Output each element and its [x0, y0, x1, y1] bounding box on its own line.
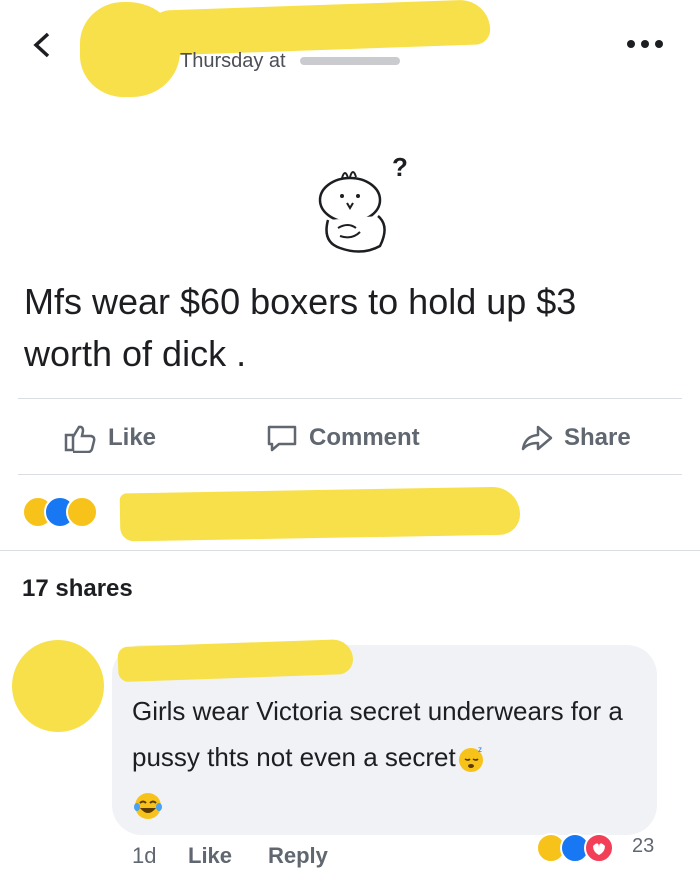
like-button[interactable]: Like [64, 420, 156, 456]
post-timestamp: Thursday at [180, 50, 286, 72]
shares-count[interactable]: 17 shares [22, 575, 133, 603]
share-arrow-icon [521, 425, 553, 451]
comment-reactions[interactable] [535, 830, 630, 866]
divider-actions [18, 474, 682, 475]
comment-label: Comment [309, 424, 420, 451]
comment-text: Girls wear Victoria secret underwears fo… [132, 696, 623, 772]
comment-time: 1d [132, 843, 157, 868]
divider-shares [0, 550, 700, 551]
bunny-sticker: ? [318, 152, 408, 253]
name-redaction [149, 0, 491, 56]
chevron-left-icon[interactable] [30, 30, 54, 60]
svg-text:?: ? [392, 152, 408, 182]
svg-text:z: z [478, 745, 482, 754]
more-dots-icon[interactable] [625, 38, 665, 50]
comment-text-block: Girls wear Victoria secret underwears fo… [132, 688, 642, 780]
comment-like-button[interactable]: Like [188, 843, 232, 869]
like-label: Like [108, 424, 157, 451]
divider-top [18, 398, 682, 399]
share-label: Share [564, 424, 631, 451]
comment-bubble-icon [267, 425, 297, 452]
time-blur [300, 57, 400, 65]
thumbs-up-icon [64, 425, 96, 453]
sleepy-face-icon: z [458, 745, 483, 773]
share-button[interactable]: Share [520, 420, 631, 456]
comment-button[interactable]: Comment [265, 420, 420, 456]
sad-reaction-icon [66, 496, 98, 528]
post-text: Mfs wear $60 boxers to hold up $3 worth … [24, 281, 577, 374]
tears-of-joy-icon [134, 793, 162, 819]
comment-reaction-count: 23 [632, 835, 655, 857]
comment-reply-button[interactable]: Reply [268, 843, 328, 869]
reactor-names-redaction [119, 486, 521, 542]
commenter-avatar-redaction [12, 640, 104, 732]
